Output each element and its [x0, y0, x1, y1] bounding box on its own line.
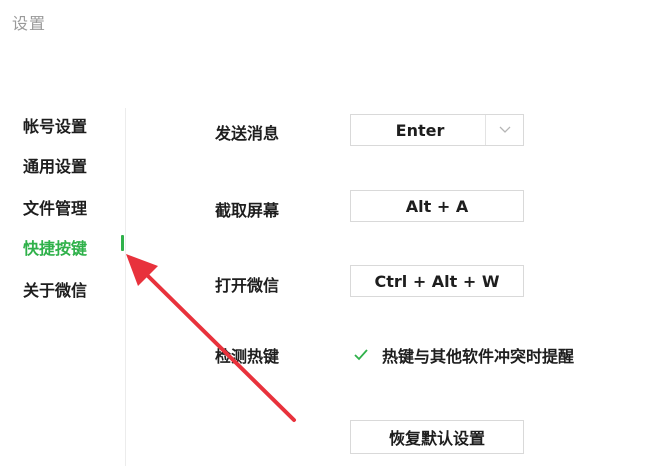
hotkey-conflict-checkbox-label: 热键与其他软件冲突时提醒	[382, 347, 575, 366]
sidebar-item-general[interactable]: 通用设置	[23, 153, 87, 177]
detect-hotkey-label: 检测热键	[215, 347, 280, 366]
sidebar-item-about[interactable]: 关于微信	[23, 277, 87, 301]
restore-defaults-button[interactable]: 恢复默认设置	[350, 420, 524, 454]
active-tab-indicator	[121, 235, 124, 251]
sidebar-divider	[125, 108, 126, 466]
window-title: 设置	[12, 14, 47, 33]
send-message-value: Enter	[395, 120, 445, 140]
screenshot-label: 截取屏幕	[215, 201, 280, 220]
open-wechat-hotkey-field[interactable]: Ctrl + Alt + W	[350, 265, 524, 297]
sidebar-item-account[interactable]: 帐号设置	[23, 113, 87, 137]
open-wechat-label: 打开微信	[215, 276, 280, 295]
sidebar-item-files[interactable]: 文件管理	[23, 195, 87, 219]
sidebar-item-shortcuts[interactable]: 快捷按键	[23, 235, 87, 259]
red-annotation-arrow-icon	[126, 254, 296, 422]
hotkey-conflict-checkbox[interactable]: 热键与其他软件冲突时提醒	[352, 343, 574, 367]
chevron-down-icon[interactable]	[485, 115, 523, 145]
send-message-select[interactable]: Enter	[350, 114, 524, 146]
screenshot-hotkey-field[interactable]: Alt + A	[350, 190, 524, 222]
checkmark-icon[interactable]	[352, 346, 370, 364]
send-message-label: 发送消息	[215, 124, 280, 143]
